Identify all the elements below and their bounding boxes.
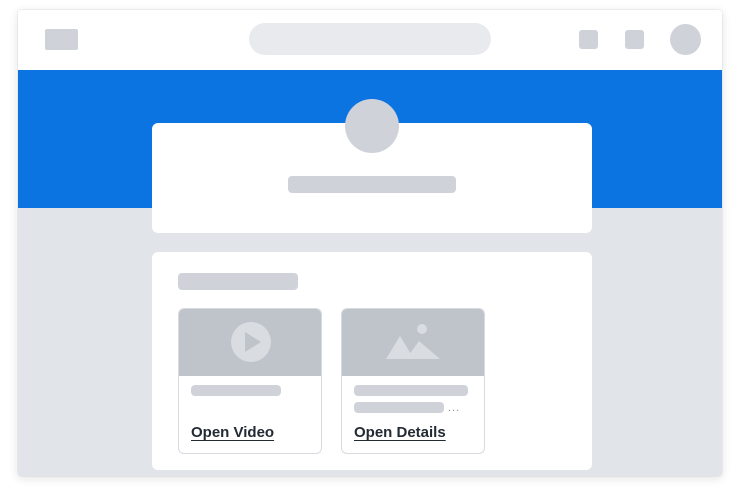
more-ellipsis: ...: [448, 402, 461, 414]
details-subtitle-placeholder: [354, 402, 444, 413]
top-bar: [18, 10, 722, 69]
content-card: Open Video ... Open Details: [152, 252, 592, 470]
user-avatar[interactable]: [670, 24, 701, 55]
play-icon: [231, 322, 271, 362]
open-details-link[interactable]: Open Details: [354, 424, 446, 441]
video-title-placeholder: [191, 385, 281, 396]
details-card[interactable]: ... Open Details: [341, 308, 485, 454]
open-video-link[interactable]: Open Video: [191, 424, 274, 441]
details-title-placeholder: [354, 385, 468, 396]
section-title-placeholder: [178, 273, 298, 290]
video-card[interactable]: Open Video: [178, 308, 322, 454]
video-thumbnail[interactable]: [179, 309, 321, 376]
image-thumbnail[interactable]: [342, 309, 484, 376]
toolbar-icon-1[interactable]: [579, 30, 598, 49]
logo-placeholder[interactable]: [45, 29, 78, 50]
toolbar-icon-2[interactable]: [625, 30, 644, 49]
image-icon: [386, 324, 440, 359]
profile-avatar: [345, 99, 399, 153]
search-input[interactable]: [249, 23, 491, 55]
profile-name-placeholder: [288, 176, 456, 193]
app-window: Open Video ... Open Details: [18, 10, 722, 476]
